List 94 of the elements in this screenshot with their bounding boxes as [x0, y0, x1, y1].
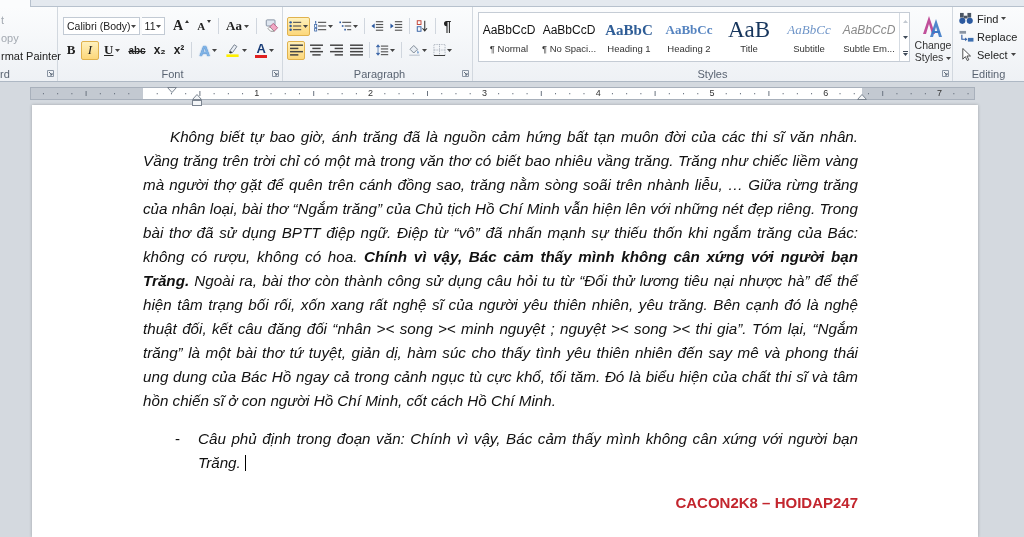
style-option[interactable]: AaBbCc Heading 2 [659, 13, 719, 61]
multilevel-list-icon [339, 20, 352, 32]
left-indent-icon[interactable] [192, 94, 202, 106]
shrink-font-button[interactable]: A [194, 16, 215, 36]
dialog-launcher-icon[interactable] [942, 70, 949, 77]
align-left-icon [289, 44, 303, 56]
list-item-text: Câu phủ định trong đoạn văn: Chính vì vậy, Bác cảm thấy mình không cân xứng với người bạn Trăng. [198, 430, 858, 471]
style-option[interactable]: AaBbCcD ¶ No Spaci... [539, 13, 599, 61]
superscript-button[interactable]: x² [170, 40, 188, 60]
grow-font-button[interactable]: A [170, 16, 193, 36]
first-line-indent-icon[interactable] [167, 87, 177, 93]
color-swatch-icon [255, 55, 268, 58]
subscript-button[interactable]: x₂ [150, 40, 169, 60]
highlighter-icon [225, 43, 241, 57]
dropdown-caret-icon [115, 48, 121, 52]
group-label: Font [161, 67, 184, 80]
ruler-number: 7 [937, 87, 943, 100]
dropdown-caret-icon [353, 24, 358, 28]
change-case-button[interactable]: Aa [223, 16, 252, 36]
line-spacing-icon [376, 44, 389, 56]
style-option[interactable]: AaBbCcD Subtle Em... [839, 13, 899, 61]
eraser-icon [264, 19, 279, 33]
style-preview: AaBbCcD [482, 21, 536, 39]
change-styles-button[interactable]: Change Styles [913, 12, 953, 64]
bold-button[interactable]: B [63, 40, 79, 60]
bulleted-list-icon [289, 20, 302, 32]
style-preview: AaBbCcD [542, 21, 596, 39]
group-label: Paragraph [353, 67, 406, 80]
outdent-icon [371, 20, 384, 32]
font-color-button[interactable]: A [252, 40, 278, 60]
caret-down-icon [903, 35, 908, 39]
ruler-number: 1 [254, 87, 260, 100]
show-formatting-marks-button[interactable]: ¶ [440, 16, 455, 36]
style-preview: AaBbCcD [842, 21, 896, 39]
font-name-combo[interactable]: Calibri (Body) [63, 17, 140, 35]
dropdown-caret-icon [303, 24, 308, 28]
styles-icon [922, 14, 944, 38]
body-paragraph: Không biết tự bao giờ, ánh trăng đã là nguồn cảm hứng bất tạn muôn đời của các thi sĩ văn nhân. Vầng trăng trên trời chỉ có một mà trong văn thơ có biết bao nhiêu vầng trăng. Trăng như chiếc liềm vàng mà người thợ gặt để quên trên cánh đồng sao, trăng nằm sòng soãi trên nhành liễu, … Giữa rừng trăng của nhân loại, bài thơ “Ngắm trăng” của Chủ tịch Hồ Chí Minh vẫn hiện lên với những nét đẹp riêng. Trong bài thơ đã sử dụng BPTT điệp ngữ. Điệp từ “vô” đã nhấn mạnh sự thiếu thốn khi ngắm trăng của Bác: không có rượu, không có hoa. Chính vì vậy, Bác cảm thấy mình không cân xứng với người bạn Trăng. Ngoài ra, bài thơ còn thành công sử dụng câu hỏi tu từ “Đối thử lương tiêu nại nhược hà” để thể hiện tâm trạng bối rối, xốn xang rất nghệ sĩ của người yêu thiên nhiên, yêu trăng. Bên cạnh đó là nghệ thuật đối, kết câu đăng đối “nhân >< song >< minh nguyệt ; nguyệt >< song >< thi gia”. Tóm lại, “Ngắm trăng” là một bài thơ tứ tuyệt, giản dị, hàm súc cho thấy tình yêu thiên nhiên đến say mê và phong thái ung dung của Bác Hồ ngay cả trong cảnh ngục tù cực khổ, tối tăm. Đó là biểu hiện của chất thi sĩ và tâm hồn chiến sĩ ở con người Hồ Chí Minh, cốt cách Hồ Chí Minh. [143, 127, 858, 411]
select-button[interactable]: Select [958, 46, 1024, 63]
align-left-button[interactable] [287, 40, 305, 60]
dialog-launcher-icon[interactable] [272, 70, 279, 77]
sort-icon [416, 20, 429, 32]
dialog-launcher-icon[interactable] [47, 70, 54, 77]
paint-bucket-icon [408, 44, 421, 56]
style-preview: AaBbCc [665, 20, 713, 39]
dropdown-caret-icon [130, 24, 136, 28]
numbered-list-icon [314, 20, 327, 32]
style-option[interactable]: AaBbCc Subtitle [779, 13, 839, 61]
dropdown-caret-icon [946, 56, 952, 60]
group-label: rd [0, 67, 10, 80]
binoculars-icon [959, 12, 974, 25]
ruler-number: 5 [709, 87, 715, 100]
dropdown-caret-icon [156, 24, 162, 28]
cursor-arrow-icon [959, 48, 974, 61]
italic-button[interactable]: I [81, 40, 99, 60]
dialog-launcher-icon[interactable] [462, 70, 469, 77]
style-preview: AaB [727, 20, 771, 39]
font-size-combo[interactable]: 11 [141, 17, 166, 35]
replace-button[interactable]: Replace [958, 28, 1024, 45]
caret-up-icon [185, 19, 190, 23]
group-label: Editing [971, 67, 1006, 80]
find-button[interactable]: Find [958, 10, 1024, 27]
signature-text: CACON2K8 – HOIDAP247 [675, 493, 858, 513]
align-center-icon [309, 44, 323, 56]
dropdown-caret-icon [244, 24, 249, 28]
caret-down-icon [207, 19, 212, 23]
dropdown-caret-icon [447, 48, 452, 52]
underline-button[interactable]: U [101, 40, 124, 60]
align-right-icon [329, 44, 343, 56]
more-caret-icon [903, 50, 908, 56]
dropdown-caret-icon [212, 48, 218, 52]
justify-icon [349, 44, 363, 56]
bullets-button[interactable] [287, 16, 310, 36]
replace-arrow-icon [959, 30, 974, 43]
style-option[interactable]: AaBbC Heading 1 [599, 13, 659, 61]
group-label: Styles [697, 67, 728, 80]
dropdown-caret-icon [422, 48, 427, 52]
style-preview: AaBbCc [787, 20, 831, 39]
right-indent-icon[interactable] [857, 94, 867, 100]
style-preview: AaBbC [605, 20, 653, 39]
dropdown-caret-icon [242, 48, 248, 52]
ruler-number: 3 [481, 87, 487, 100]
dropdown-caret-icon [269, 48, 275, 52]
list-marker: - [175, 429, 182, 449]
dropdown-caret-icon [390, 48, 395, 52]
strikethrough-button[interactable]: abc [125, 40, 149, 60]
border-grid-icon [433, 44, 446, 56]
ruler-number: 6 [823, 87, 829, 100]
dropdown-caret-icon [328, 24, 333, 28]
ruler-number: 2 [368, 87, 374, 100]
indent-icon [390, 20, 403, 32]
style-option[interactable]: AaBbCcD ¶ Normal [479, 13, 539, 61]
style-option[interactable]: AaB Title [719, 13, 779, 61]
ruler-number: 4 [595, 87, 601, 100]
